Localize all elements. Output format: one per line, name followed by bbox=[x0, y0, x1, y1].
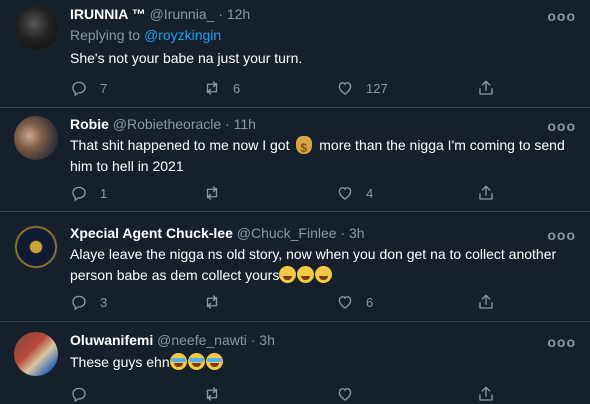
reply-icon bbox=[70, 385, 88, 403]
action-bar: 1 4 bbox=[70, 183, 570, 203]
tears-of-joy-icon bbox=[205, 353, 223, 370]
tweet-text: Alaye leave the nigga ns old story, now … bbox=[70, 244, 572, 286]
rolling-laughing-icon bbox=[297, 266, 315, 283]
like-count: 4 bbox=[366, 185, 374, 201]
action-bar: 7 6 127 bbox=[70, 78, 570, 98]
separator: · bbox=[340, 225, 346, 241]
rolling-laughing-icon bbox=[315, 266, 333, 283]
tears-of-joy-icon bbox=[169, 353, 187, 370]
author-name[interactable]: Xpecial Agent Chuck-lee bbox=[70, 225, 233, 241]
more-options-icon[interactable]: ooo bbox=[547, 227, 576, 243]
timestamp[interactable]: 3h bbox=[349, 225, 365, 241]
heart-icon bbox=[336, 385, 354, 403]
retweet-button[interactable]: 6 bbox=[203, 78, 240, 98]
more-options-icon[interactable]: ooo bbox=[547, 8, 576, 24]
author-handle[interactable]: @Robietheoracle bbox=[113, 116, 221, 132]
retweet-button[interactable] bbox=[203, 384, 233, 404]
share-button[interactable] bbox=[477, 384, 495, 404]
retweet-count: 6 bbox=[233, 80, 241, 96]
tweet-header: Robie @Robietheoracle · 11h bbox=[70, 116, 256, 132]
rolling-laughing-icon bbox=[279, 266, 297, 283]
tweet-text-part: That shit happened to me now I got bbox=[70, 137, 294, 153]
share-icon bbox=[477, 385, 495, 403]
reply-count: 7 bbox=[100, 80, 108, 96]
author-handle[interactable]: @Chuck_Finlee bbox=[237, 225, 337, 241]
author-handle[interactable]: @Irunnia_ bbox=[150, 6, 215, 22]
action-bar bbox=[70, 384, 570, 404]
like-button[interactable]: 127 bbox=[336, 78, 388, 98]
reply-icon bbox=[70, 184, 88, 202]
tweet[interactable]: Xpecial Agent Chuck-lee @Chuck_Finlee · … bbox=[0, 212, 590, 322]
reply-button[interactable]: 1 bbox=[70, 183, 107, 203]
tweet-text: That shit happened to me now I got more … bbox=[70, 135, 572, 177]
avatar[interactable] bbox=[14, 225, 58, 269]
timestamp[interactable]: 12h bbox=[227, 6, 250, 22]
like-button[interactable]: 6 bbox=[336, 292, 373, 312]
timestamp[interactable]: 11h bbox=[234, 116, 256, 132]
money-bag-icon bbox=[296, 136, 313, 159]
share-icon bbox=[477, 79, 495, 97]
like-button[interactable]: 4 bbox=[336, 183, 373, 203]
more-options-icon[interactable]: ooo bbox=[547, 334, 576, 350]
retweet-icon bbox=[203, 293, 221, 311]
separator: · bbox=[218, 6, 223, 22]
reply-count: 3 bbox=[100, 294, 108, 310]
like-button[interactable] bbox=[336, 384, 366, 404]
separator: · bbox=[225, 116, 230, 132]
reply-icon bbox=[70, 79, 88, 97]
more-options-icon[interactable]: ooo bbox=[547, 118, 576, 134]
heart-icon bbox=[336, 184, 354, 202]
share-button[interactable] bbox=[477, 78, 495, 98]
tweet-header: Oluwanifemi @neefe_nawti · 3h bbox=[70, 332, 275, 348]
author-name[interactable]: Robie bbox=[70, 116, 109, 132]
retweet-icon bbox=[203, 184, 221, 202]
replying-prefix: Replying to bbox=[70, 27, 144, 43]
share-button[interactable] bbox=[477, 183, 495, 203]
avatar[interactable] bbox=[14, 332, 58, 376]
reply-button[interactable] bbox=[70, 384, 100, 404]
share-icon bbox=[477, 184, 495, 202]
replying-to: Replying to @royzkingin bbox=[70, 27, 221, 43]
share-icon bbox=[477, 293, 495, 311]
reply-count: 1 bbox=[100, 185, 108, 201]
retweet-icon bbox=[203, 79, 221, 97]
like-count: 127 bbox=[366, 80, 388, 96]
tweet-text-part: These guys ehn bbox=[70, 354, 170, 370]
tweet[interactable]: Robie @Robietheoracle · 11h ooo That shi… bbox=[0, 108, 590, 212]
like-count: 6 bbox=[366, 294, 374, 310]
reply-icon bbox=[70, 293, 88, 311]
tweet[interactable]: IRUNNIA ™ @Irunnia_ · 12h ooo Replying t… bbox=[0, 0, 590, 108]
tweet-text: She's not your babe na just your turn. bbox=[70, 50, 303, 66]
author-name[interactable]: Oluwanifemi bbox=[70, 332, 153, 348]
heart-icon bbox=[336, 293, 354, 311]
avatar[interactable] bbox=[14, 116, 58, 160]
tweet-header: IRUNNIA ™ @Irunnia_ · 12h bbox=[70, 6, 250, 22]
avatar[interactable] bbox=[14, 6, 58, 50]
tweet[interactable]: Oluwanifemi @neefe_nawti · 3h ooo These … bbox=[0, 322, 590, 403]
author-handle[interactable]: @neefe_nawti bbox=[157, 332, 247, 348]
replying-to-handle[interactable]: @royzkingin bbox=[144, 27, 221, 43]
heart-icon bbox=[336, 79, 354, 97]
separator: · bbox=[250, 332, 256, 348]
reply-button[interactable]: 3 bbox=[70, 292, 107, 312]
retweet-button[interactable] bbox=[203, 292, 233, 312]
action-bar: 3 6 bbox=[70, 292, 570, 312]
reply-button[interactable]: 7 bbox=[70, 78, 107, 98]
timestamp[interactable]: 3h bbox=[259, 332, 275, 348]
retweet-button[interactable] bbox=[203, 183, 233, 203]
author-name[interactable]: IRUNNIA ™ bbox=[70, 6, 146, 22]
tears-of-joy-icon bbox=[187, 353, 205, 370]
tweet-text: These guys ehn bbox=[70, 352, 572, 373]
tweet-header: Xpecial Agent Chuck-lee @Chuck_Finlee · … bbox=[70, 225, 365, 241]
retweet-icon bbox=[203, 385, 221, 403]
share-button[interactable] bbox=[477, 292, 495, 312]
